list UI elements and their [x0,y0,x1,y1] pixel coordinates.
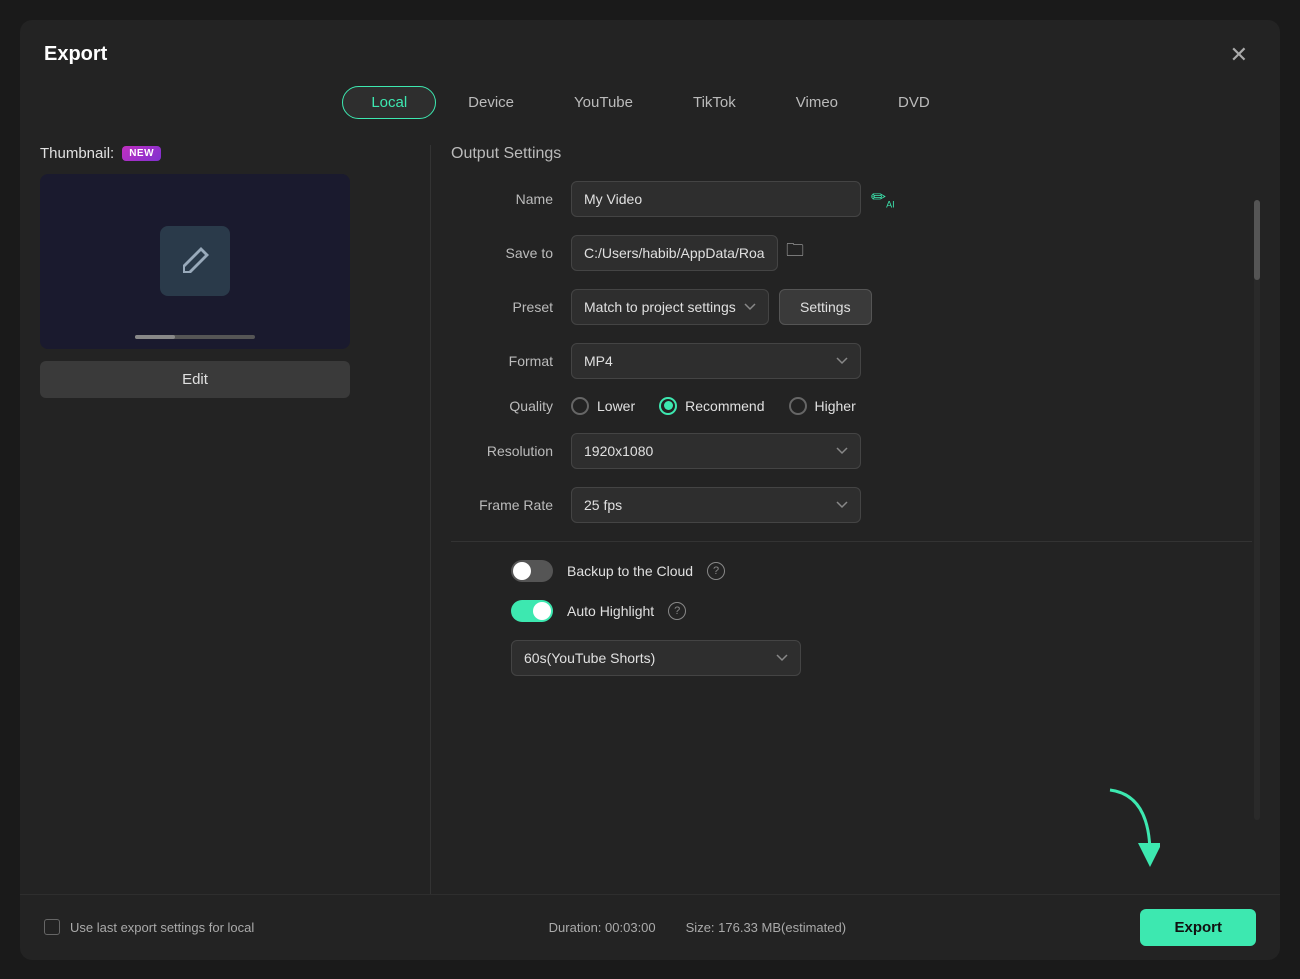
name-label: Name [451,191,571,207]
radio-higher[interactable] [789,397,807,415]
thumbnail-text: Thumbnail: [40,145,114,162]
tab-dvd[interactable]: DVD [870,86,958,119]
save-to-label: Save to [451,245,571,261]
quality-label: Quality [451,398,571,414]
auto-highlight-toggle-knob [533,602,551,620]
name-row: Name ✏AI [451,181,1252,217]
new-badge: NEW [122,146,161,161]
frame-rate-label: Frame Rate [451,497,571,513]
backup-toggle-knob [513,562,531,580]
dialog-header: Export ✕ [20,20,1280,72]
backup-help-icon[interactable]: ? [707,562,725,580]
quality-recommend-label: Recommend [685,398,764,414]
format-row: Format MP4 [451,343,1252,379]
auto-highlight-toggle[interactable] [511,600,553,622]
footer-left: Use last export settings for local [44,919,254,935]
output-settings-title: Output Settings [451,145,1252,163]
format-select[interactable]: MP4 [571,343,861,379]
quality-options: Lower Recommend Higher [571,397,856,415]
left-panel: Thumbnail: NEW Edit [40,145,420,894]
thumbnail-label: Thumbnail: NEW [40,145,400,162]
scrollbar[interactable] [1254,200,1260,820]
shorts-select[interactable]: 60s(YouTube Shorts) [511,640,801,676]
save-to-input[interactable] [571,235,778,271]
use-last-settings-label: Use last export settings for local [70,920,254,935]
right-panel: Output Settings Name ✏AI Save to 🗀 Prese… [441,145,1260,894]
dialog-title: Export [44,43,107,66]
size-label: Size: 176.33 MB(estimated) [686,920,846,935]
preset-row: Preset Match to project settings Setting… [451,289,1252,325]
tab-local[interactable]: Local [342,86,436,119]
quality-higher-label: Higher [815,398,856,414]
quality-recommend[interactable]: Recommend [659,397,764,415]
edit-button[interactable]: Edit [40,361,350,398]
footer: Use last export settings for local Durat… [20,894,1280,960]
radio-recommend[interactable] [659,397,677,415]
footer-center: Duration: 00:03:00 Size: 176.33 MB(estim… [549,920,846,935]
resolution-select[interactable]: 1920x1080 [571,433,861,469]
format-label: Format [451,353,571,369]
pencil-icon [177,243,213,279]
thumbnail-slider[interactable] [135,335,255,339]
quality-lower-label: Lower [597,398,635,414]
backup-row: Backup to the Cloud ? [451,560,1252,582]
auto-highlight-help-icon[interactable]: ? [668,602,686,620]
resolution-row: Resolution 1920x1080 [451,433,1252,469]
duration-label: Duration: 00:03:00 [549,920,656,935]
tab-tiktok[interactable]: TikTok [665,86,764,119]
quality-row: Quality Lower Recommend Higher [451,397,1252,415]
auto-highlight-row: Auto Highlight ? [451,600,1252,622]
main-content: Thumbnail: NEW Edit Output Settings Name [20,129,1280,894]
frame-rate-row: Frame Rate 25 fps [451,487,1252,523]
name-input[interactable] [571,181,861,217]
thumbnail-preview [40,174,350,349]
export-button[interactable]: Export [1140,909,1256,946]
backup-label: Backup to the Cloud [567,563,693,579]
folder-icon[interactable]: 🗀 [786,238,804,268]
vertical-divider [430,145,431,894]
save-to-row: Save to 🗀 [451,235,1252,271]
section-divider [451,541,1252,542]
shorts-row: 60s(YouTube Shorts) [451,640,1252,676]
ai-pencil-icon[interactable]: ✏AI [871,187,895,210]
preset-select[interactable]: Match to project settings [571,289,769,325]
quality-lower[interactable]: Lower [571,397,635,415]
scrollbar-thumb[interactable] [1254,200,1260,280]
auto-highlight-label: Auto Highlight [567,603,654,619]
thumbnail-icon [160,226,230,296]
tabs-row: Local Device YouTube TikTok Vimeo DVD [20,72,1280,129]
tab-youtube[interactable]: YouTube [546,86,661,119]
close-button[interactable]: ✕ [1222,38,1256,72]
quality-higher[interactable]: Higher [789,397,856,415]
export-dialog: Export ✕ Local Device YouTube TikTok Vim… [20,20,1280,960]
use-last-settings-checkbox[interactable] [44,919,60,935]
frame-rate-select[interactable]: 25 fps [571,487,861,523]
radio-lower[interactable] [571,397,589,415]
preset-controls: Match to project settings Settings [571,289,872,325]
resolution-label: Resolution [451,443,571,459]
preset-label: Preset [451,299,571,315]
path-row: 🗀 [571,235,804,271]
backup-toggle[interactable] [511,560,553,582]
tab-vimeo[interactable]: Vimeo [768,86,866,119]
tab-device[interactable]: Device [440,86,542,119]
settings-button[interactable]: Settings [779,289,872,325]
